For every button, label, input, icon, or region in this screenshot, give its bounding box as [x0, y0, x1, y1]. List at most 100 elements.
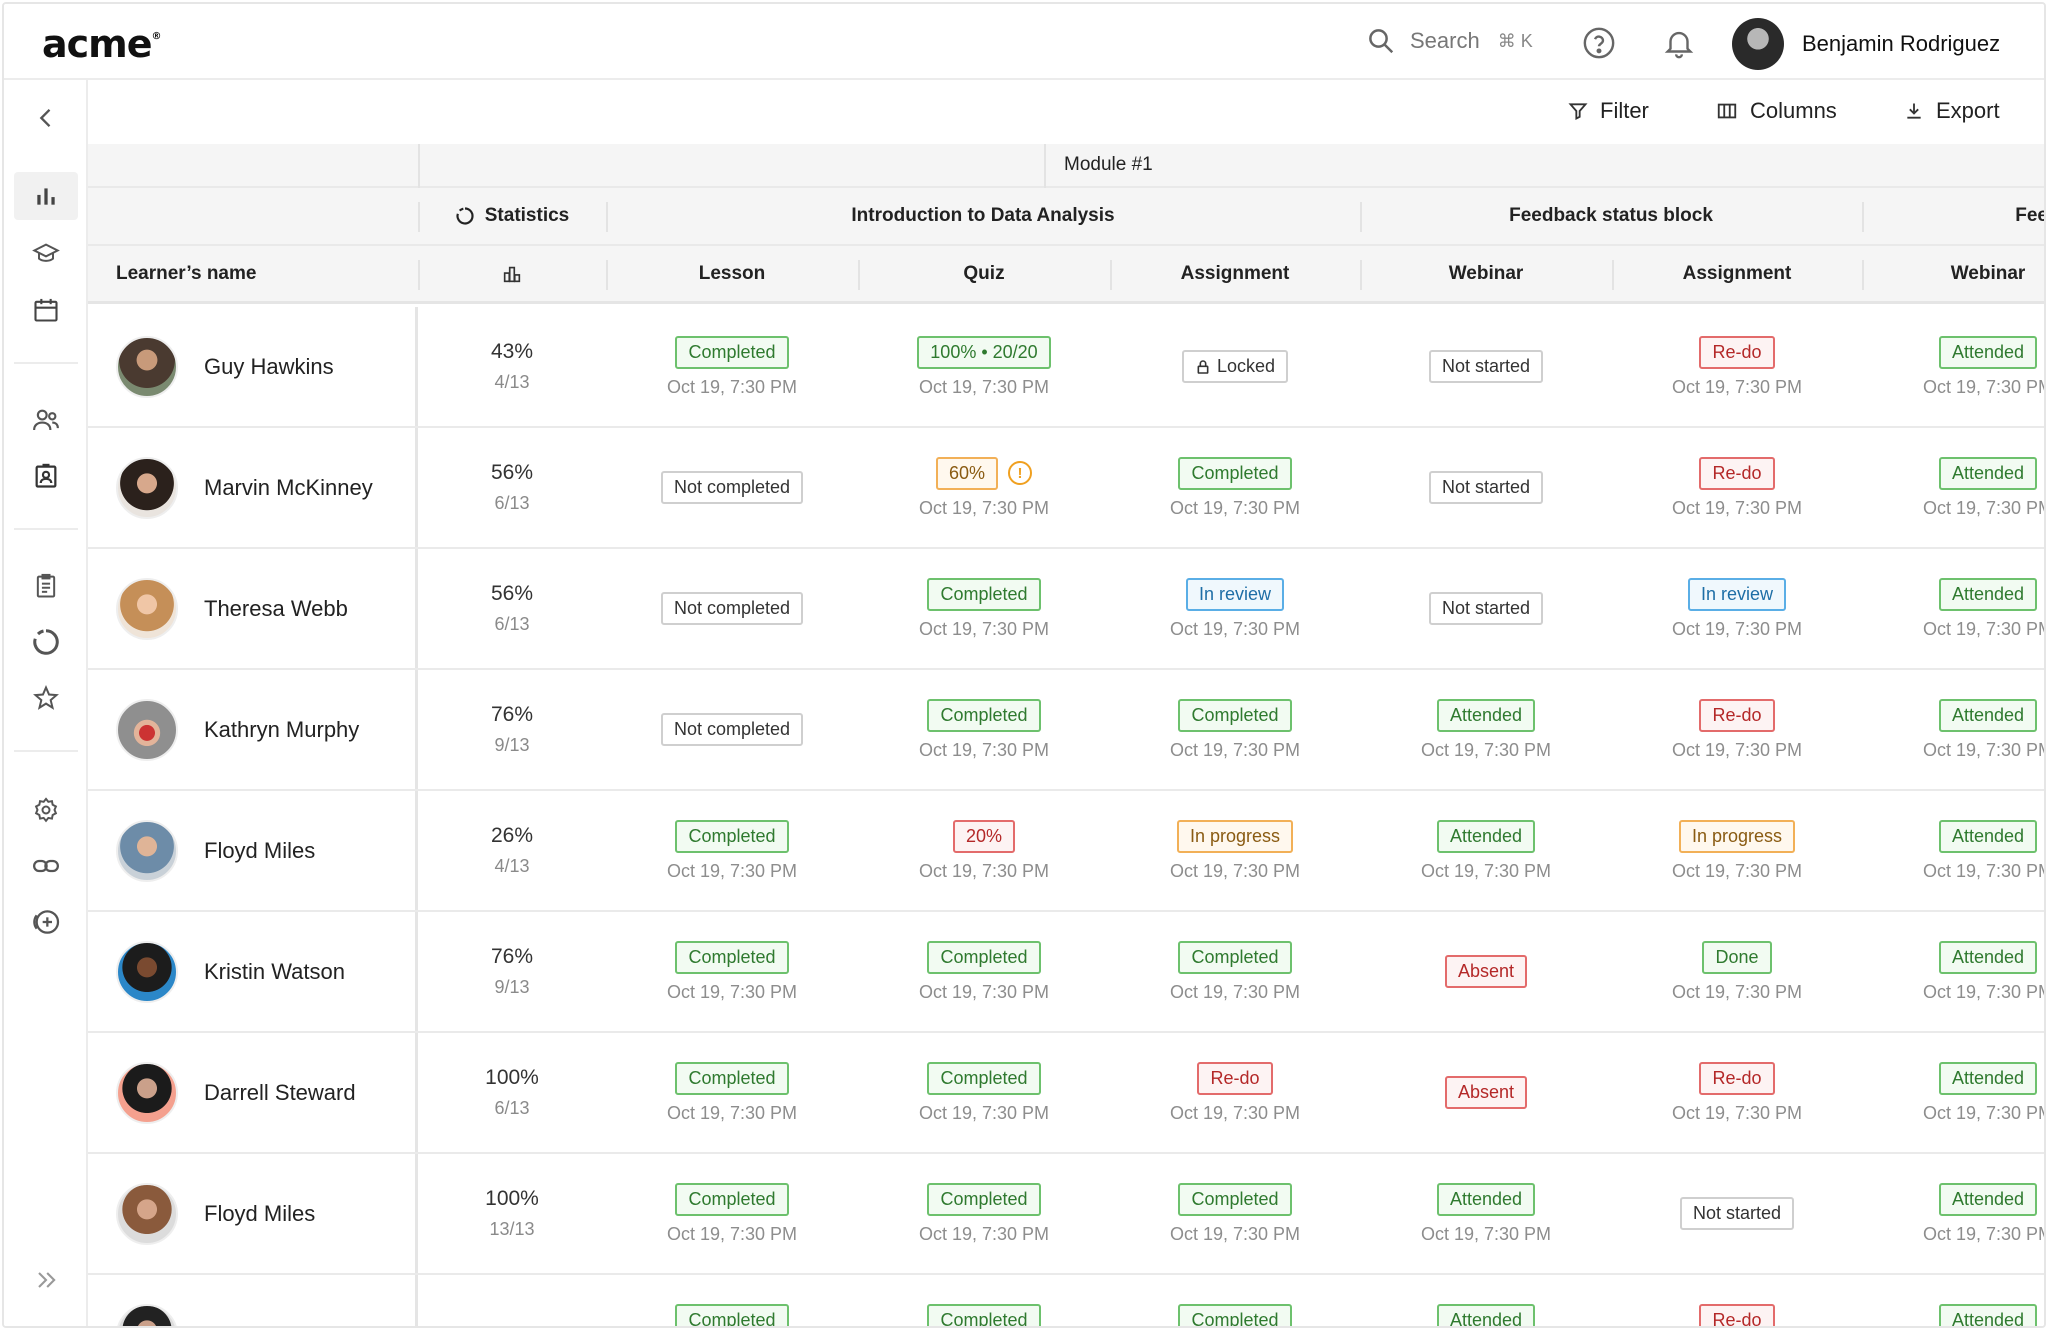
- sidebar-item-favorites[interactable]: [14, 674, 78, 722]
- status-badge[interactable]: Attended: [1938, 335, 2038, 369]
- col-header-quiz[interactable]: Quiz: [858, 246, 1110, 301]
- status-badge[interactable]: Not started: [1428, 350, 1544, 383]
- learner-name-cell[interactable]: Theresa Webb: [88, 549, 418, 668]
- status-badge[interactable]: Attended: [1436, 698, 1536, 732]
- status-badge[interactable]: Completed: [927, 698, 1041, 732]
- learner-name-cell[interactable]: Darrell Steward: [88, 1033, 418, 1152]
- status-badge[interactable]: Attended: [1436, 819, 1536, 853]
- status-badge[interactable]: Attended: [1938, 819, 2038, 853]
- learner-name-cell[interactable]: Kathryn Murphy: [88, 670, 418, 789]
- status-badge[interactable]: Attended: [1938, 1061, 2038, 1095]
- status-badge[interactable]: Attended: [1436, 1303, 1536, 1326]
- status-badge[interactable]: In progress: [1176, 819, 1294, 853]
- table-row[interactable]: Jenny Wilson 100% CompletedOct 19, 7:30 PM…: [88, 1275, 2044, 1326]
- status-badge[interactable]: Completed: [927, 1061, 1041, 1095]
- status-badge[interactable]: Completed: [927, 1303, 1041, 1326]
- status-badge[interactable]: Absent: [1444, 1076, 1528, 1109]
- learner-name-cell[interactable]: Kristin Watson: [88, 912, 418, 1031]
- status-badge[interactable]: Attended: [1938, 456, 2038, 490]
- collapse-sidebar-button[interactable]: [14, 94, 78, 142]
- col-header-webinar[interactable]: Webinar: [1360, 246, 1612, 301]
- table-row[interactable]: Theresa Webb 56% 6/13 Not completed Complete…: [88, 549, 2044, 670]
- col-header-name[interactable]: Learner’s name: [88, 246, 418, 301]
- col-header-stats[interactable]: [418, 246, 606, 301]
- status-badge[interactable]: Not completed: [660, 713, 804, 746]
- col-header-webinar-2[interactable]: Webinar: [1862, 246, 2044, 301]
- sidebar-item-users[interactable]: [14, 396, 78, 444]
- expand-sidebar-button[interactable]: [14, 1256, 78, 1304]
- status-badge[interactable]: Not started: [1679, 1197, 1795, 1230]
- table-row[interactable]: Kristin Watson 76% 9/13 Completed Oct 19, 7:…: [88, 912, 2044, 1033]
- status-badge[interactable]: Not completed: [660, 592, 804, 625]
- table-row[interactable]: Guy Hawkins 43% 4/13 Completed Oct 19, 7:30 …: [88, 307, 2044, 428]
- status-badge[interactable]: Re-do: [1699, 335, 1775, 369]
- status-badge[interactable]: Completed: [675, 335, 789, 369]
- status-badge[interactable]: In review: [1185, 577, 1285, 611]
- status-badge[interactable]: Completed: [675, 1061, 789, 1095]
- status-badge[interactable]: Completed: [927, 940, 1041, 974]
- status-badge[interactable]: Completed: [1178, 940, 1292, 974]
- status-badge[interactable]: Completed: [675, 1303, 789, 1326]
- sidebar-item-settings[interactable]: [14, 786, 78, 834]
- status-badge[interactable]: Completed: [675, 940, 789, 974]
- status-badge[interactable]: Locked: [1181, 350, 1289, 383]
- learner-name-cell[interactable]: Floyd Miles: [88, 791, 418, 910]
- sidebar-item-add[interactable]: [14, 898, 78, 946]
- status-badge[interactable]: Absent: [1444, 955, 1528, 988]
- sidebar-item-reports[interactable]: [14, 172, 78, 220]
- status-badge[interactable]: Not started: [1428, 592, 1544, 625]
- status-badge[interactable]: In review: [1687, 577, 1787, 611]
- user-menu[interactable]: Benjamin Rodriguez: [1732, 18, 2000, 70]
- status-badge[interactable]: Completed: [1178, 456, 1292, 490]
- status-badge[interactable]: Completed: [675, 1182, 789, 1216]
- learner-name-cell[interactable]: Marvin McKinney: [88, 428, 418, 547]
- sidebar-item-integrations[interactable]: [14, 842, 78, 890]
- status-badge[interactable]: Completed: [675, 819, 789, 853]
- statistics-header[interactable]: Statistics: [418, 188, 606, 244]
- status-badge[interactable]: Attended: [1436, 1182, 1536, 1216]
- status-badge[interactable]: Completed: [1178, 698, 1292, 732]
- columns-button[interactable]: Columns: [1716, 98, 1837, 124]
- sidebar-item-calendar[interactable]: [14, 286, 78, 334]
- learner-name-cell[interactable]: Jenny Wilson: [88, 1275, 418, 1326]
- bell-icon[interactable]: [1662, 26, 1696, 60]
- status-badge[interactable]: Completed: [927, 577, 1041, 611]
- status-badge[interactable]: Re-do: [1699, 456, 1775, 490]
- status-badge[interactable]: 60%: [935, 456, 999, 490]
- search-box[interactable]: Search ⌘ K: [1366, 26, 1533, 56]
- col-header-assignment-2[interactable]: Assignment: [1612, 246, 1862, 301]
- status-badge[interactable]: Re-do: [1699, 1303, 1775, 1326]
- sidebar-item-learners[interactable]: [14, 452, 78, 500]
- status-badge[interactable]: Attended: [1938, 577, 2038, 611]
- status-badge[interactable]: Completed: [1178, 1303, 1292, 1326]
- status-badge[interactable]: Not completed: [660, 471, 804, 504]
- status-badge[interactable]: Attended: [1938, 1303, 2038, 1326]
- sidebar-item-assignments[interactable]: [14, 562, 78, 610]
- learner-name-cell[interactable]: Guy Hawkins: [88, 307, 418, 426]
- table-row[interactable]: Marvin McKinney 56% 6/13 Not completed 60%! O…: [88, 428, 2044, 549]
- warning-icon[interactable]: !: [1008, 461, 1033, 485]
- col-header-assignment[interactable]: Assignment: [1110, 246, 1360, 301]
- sidebar-item-courses[interactable]: [14, 230, 78, 278]
- status-badge[interactable]: Completed: [927, 1182, 1041, 1216]
- status-badge[interactable]: Re-do: [1699, 698, 1775, 732]
- table-row[interactable]: Floyd Miles 26% 4/13 Completed Oct 19, 7:30 …: [88, 791, 2044, 912]
- filter-button[interactable]: Filter: [1568, 98, 1649, 124]
- learner-name-cell[interactable]: Floyd Miles: [88, 1154, 418, 1273]
- table-row[interactable]: Darrell Steward 100% 6/13 Completed Oct 19, …: [88, 1033, 2044, 1154]
- status-badge[interactable]: Attended: [1938, 698, 2038, 732]
- status-badge[interactable]: In progress: [1678, 819, 1796, 853]
- sidebar-item-progress[interactable]: [14, 618, 78, 666]
- status-badge[interactable]: Re-do: [1197, 1061, 1273, 1095]
- status-badge[interactable]: Attended: [1938, 940, 2038, 974]
- table-row[interactable]: Floyd Miles 100% 13/13 Completed Oct 19, 7:3…: [88, 1154, 2044, 1275]
- export-button[interactable]: Export: [1904, 98, 2000, 124]
- acme-logo[interactable]: acme®: [42, 22, 162, 66]
- status-badge[interactable]: Completed: [1178, 1182, 1292, 1216]
- col-header-lesson[interactable]: Lesson: [606, 246, 858, 301]
- status-badge[interactable]: Not started: [1428, 471, 1544, 504]
- status-badge[interactable]: Attended: [1938, 1182, 2038, 1216]
- status-badge[interactable]: Re-do: [1699, 1061, 1775, 1095]
- status-badge[interactable]: 100% • 20/20: [917, 335, 1051, 369]
- status-badge[interactable]: Done: [1702, 940, 1772, 974]
